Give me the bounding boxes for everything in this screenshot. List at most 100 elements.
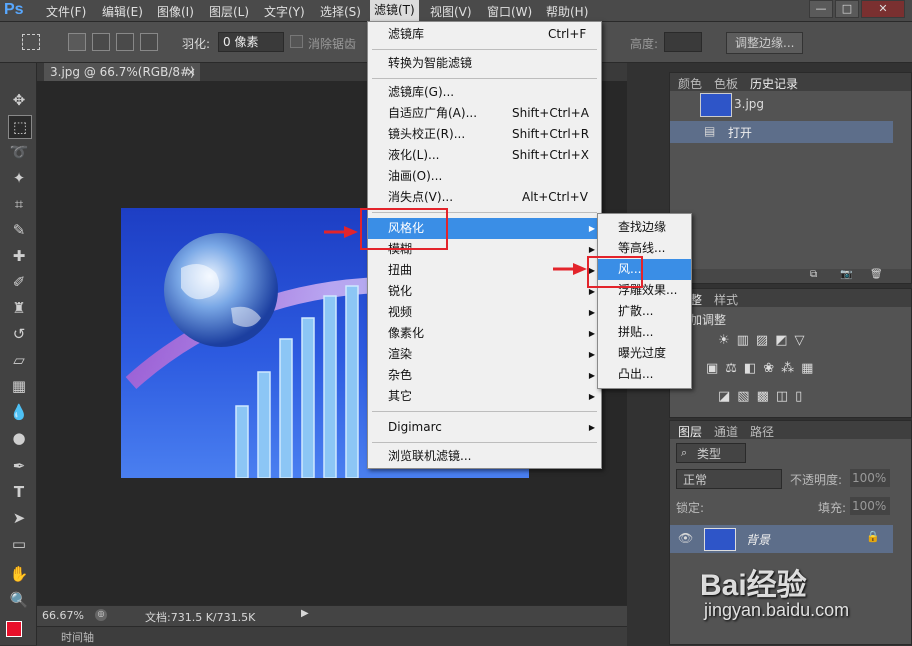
minimize-button[interactable]: — bbox=[809, 0, 833, 18]
crop-tool-icon[interactable]: ⌗ bbox=[8, 193, 30, 215]
tab-history[interactable]: 历史记录 bbox=[750, 75, 798, 92]
dodge-tool-icon[interactable]: ● bbox=[8, 427, 30, 449]
submenu-item-extrude[interactable]: 凸出... bbox=[598, 364, 691, 385]
feather-input[interactable]: 0 像素 bbox=[218, 32, 284, 52]
gradient-tool-icon[interactable]: ▦ bbox=[8, 375, 30, 397]
watermark-brand: Bai经验 bbox=[700, 569, 807, 602]
new-selection-icon[interactable] bbox=[68, 33, 86, 51]
lock-label: 锁定: bbox=[676, 501, 705, 515]
menu-item-lens-correction[interactable]: 镜头校正(R)... Shift+Ctrl+R bbox=[368, 124, 601, 145]
tab-color[interactable]: 颜色 bbox=[678, 75, 702, 92]
opacity-input[interactable]: 100% bbox=[850, 469, 890, 487]
layer-filter-select[interactable]: ⌕ 类型 bbox=[676, 443, 746, 463]
fill-input[interactable]: 100% bbox=[850, 497, 890, 515]
hand-tool-icon[interactable]: ✋ bbox=[8, 563, 30, 585]
intersect-selection-icon[interactable] bbox=[140, 33, 158, 51]
marquee-tool-icon[interactable]: ⬚ bbox=[8, 115, 32, 139]
camera-icon[interactable]: 📷 bbox=[840, 269, 852, 280]
foreground-color-swatch[interactable] bbox=[6, 621, 22, 637]
snapshot-name[interactable]: 3.jpg bbox=[734, 97, 764, 111]
menu-item-adaptive-wide-angle[interactable]: 自适应广角(A)... Shift+Ctrl+A bbox=[368, 103, 601, 124]
menu-filter[interactable]: 滤镜(T) bbox=[370, 0, 419, 21]
close-tab-icon[interactable]: × bbox=[186, 63, 196, 81]
add-selection-icon[interactable] bbox=[92, 33, 110, 51]
magic-wand-icon[interactable]: ✦ bbox=[8, 167, 30, 189]
document-tab[interactable]: 3.jpg @ 66.7%(RGB/8#) × bbox=[44, 63, 200, 81]
menu-item-filter-gallery[interactable]: 滤镜库(G)... bbox=[368, 82, 601, 103]
annotation-box-stylize bbox=[360, 208, 448, 250]
rectangle-tool-icon[interactable]: ▭ bbox=[8, 533, 30, 555]
close-window-button[interactable]: ✕ bbox=[861, 0, 905, 18]
tab-styles[interactable]: 样式 bbox=[714, 291, 738, 308]
antialias-checkbox[interactable] bbox=[290, 35, 303, 48]
menu-item-noise[interactable]: 杂色 ▶ bbox=[368, 365, 601, 386]
eyedropper-icon[interactable]: ✎ bbox=[8, 219, 30, 241]
healing-brush-icon[interactable]: ✚ bbox=[8, 245, 30, 267]
brush-tool-icon[interactable]: ✐ bbox=[8, 271, 30, 293]
menu-type[interactable]: 文字(Y) bbox=[264, 3, 305, 20]
adjustment-icons-row-1[interactable]: ☀▥▨◩▽ bbox=[718, 333, 838, 349]
menu-item-render[interactable]: 渲染 ▶ bbox=[368, 344, 601, 365]
menu-image[interactable]: 图像(I) bbox=[157, 3, 194, 20]
menu-select[interactable]: 选择(S) bbox=[320, 3, 361, 20]
submenu-item-diffuse[interactable]: 扩散... bbox=[598, 301, 691, 322]
menu-item-liquify[interactable]: 液化(L)... Shift+Ctrl+X bbox=[368, 145, 601, 166]
menu-help[interactable]: 帮助(H) bbox=[546, 3, 588, 20]
marquee-tool-icon[interactable] bbox=[22, 34, 40, 50]
layers-panel-tabs: 图层 通道 路径 bbox=[670, 421, 911, 439]
opacity-label: 不透明度: bbox=[790, 473, 843, 487]
menu-item-pixelate[interactable]: 像素化 ▶ bbox=[368, 323, 601, 344]
refine-edge-button[interactable]: 调整边缘... bbox=[726, 32, 804, 54]
menu-window[interactable]: 窗口(W) bbox=[487, 3, 532, 20]
zoom-tool-icon[interactable]: 🔍 bbox=[8, 589, 30, 611]
status-arrow-icon[interactable]: ▶ bbox=[301, 608, 309, 619]
tab-channels[interactable]: 通道 bbox=[714, 423, 738, 440]
menu-file[interactable]: 文件(F) bbox=[46, 3, 86, 20]
clone-stamp-icon[interactable]: ♜ bbox=[8, 297, 30, 319]
menu-item-oil-paint[interactable]: 油画(O)... bbox=[368, 166, 601, 187]
menu-edit[interactable]: 编辑(E) bbox=[102, 3, 143, 20]
restore-button[interactable]: □ bbox=[835, 0, 859, 18]
menu-layer[interactable]: 图层(L) bbox=[209, 3, 249, 20]
type-tool-icon[interactable]: T bbox=[8, 481, 30, 503]
pen-tool-icon[interactable]: ✒ bbox=[8, 455, 30, 477]
submenu-item-solarize[interactable]: 曝光过度 bbox=[598, 343, 691, 364]
lasso-tool-icon[interactable]: ➰ bbox=[8, 141, 30, 163]
tab-swatches[interactable]: 色板 bbox=[714, 75, 738, 92]
timeline-label[interactable]: 时间轴 bbox=[61, 629, 94, 645]
history-step-row[interactable]: ▤ 打开 bbox=[670, 121, 893, 143]
fill-label: 填充: bbox=[818, 501, 847, 515]
submenu-item-find-edges[interactable]: 查找边缘 bbox=[598, 217, 691, 238]
blur-tool-icon[interactable]: 💧 bbox=[8, 401, 30, 423]
status-menu-icon[interactable]: ◎ bbox=[95, 609, 107, 621]
zoom-level[interactable]: 66.67% bbox=[42, 609, 84, 622]
subtract-selection-icon[interactable] bbox=[116, 33, 134, 51]
trash-icon[interactable]: 🗑 bbox=[870, 269, 883, 280]
move-tool-icon[interactable]: ✥ bbox=[8, 89, 30, 111]
menu-item-sharpen[interactable]: 锐化 ▶ bbox=[368, 281, 601, 302]
menu-bar: Ps 文件(F) 编辑(E) 图像(I) 图层(L) 文字(Y) 选择(S) 滤… bbox=[0, 0, 912, 22]
path-selection-icon[interactable]: ➤ bbox=[8, 507, 30, 529]
eraser-icon[interactable]: ▱ bbox=[8, 349, 30, 371]
submenu-item-tiles[interactable]: 拼贴... bbox=[598, 322, 691, 343]
history-brush-icon[interactable]: ↺ bbox=[8, 323, 30, 345]
menu-item-other[interactable]: 其它 ▶ bbox=[368, 386, 601, 407]
tab-paths[interactable]: 路径 bbox=[750, 423, 774, 440]
height-input[interactable] bbox=[664, 32, 702, 52]
menu-item-video[interactable]: 视频 ▶ bbox=[368, 302, 601, 323]
lock-icon: 🔒 bbox=[866, 530, 880, 543]
adjustment-icons-row-2[interactable]: ▣⚖◧❀⁂▦ bbox=[706, 361, 856, 377]
menu-view[interactable]: 视图(V) bbox=[430, 3, 472, 20]
new-document-icon[interactable]: ⧉ bbox=[810, 269, 817, 280]
tab-layers[interactable]: 图层 bbox=[678, 423, 702, 440]
menu-item-digimarc[interactable]: Digimarc ▶ bbox=[368, 417, 601, 438]
menu-item-filter-gallery-last[interactable]: 滤镜库 Ctrl+F bbox=[368, 24, 601, 45]
menu-item-browse-online[interactable]: 浏览联机滤镜... bbox=[368, 446, 601, 467]
eye-icon[interactable]: 👁 bbox=[678, 531, 693, 545]
menu-item-vanishing-point[interactable]: 消失点(V)... Alt+Ctrl+V bbox=[368, 187, 601, 208]
blend-mode-select[interactable]: 正常 bbox=[676, 469, 782, 489]
adjustment-icons-row-3[interactable]: ◪▧▩◫▯ bbox=[718, 389, 838, 405]
height-label: 高度: bbox=[630, 37, 659, 51]
menu-item-convert-smart-filter[interactable]: 转换为智能滤镜 bbox=[368, 53, 601, 74]
layer-row-background[interactable]: 👁 背景 🔒 bbox=[670, 525, 893, 553]
